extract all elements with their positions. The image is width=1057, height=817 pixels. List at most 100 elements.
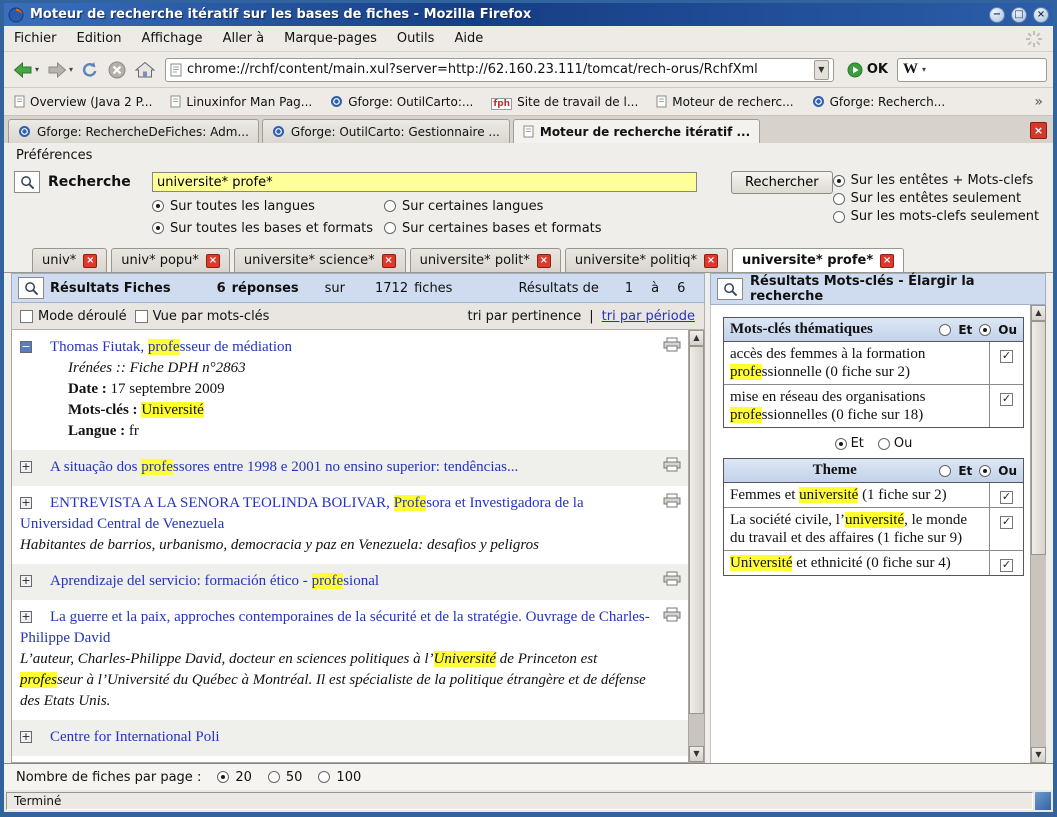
url-bar[interactable]: ▼ xyxy=(165,58,834,82)
preferences-link[interactable]: Préférences xyxy=(16,148,92,163)
radio-icon[interactable] xyxy=(384,200,396,212)
forward-button[interactable]: ▾ xyxy=(44,58,75,82)
home-button[interactable] xyxy=(132,58,158,82)
scroll-thumb[interactable] xyxy=(689,346,704,714)
print-icon[interactable] xyxy=(663,571,681,586)
query-tab[interactable]: univ* × xyxy=(32,248,107,272)
minimize-button[interactable]: − xyxy=(989,7,1005,23)
search-engine-dropdown-icon[interactable]: ▾ xyxy=(922,65,926,74)
scroll-up-icon[interactable]: ▲ xyxy=(1031,305,1046,321)
stop-button[interactable] xyxy=(105,58,129,82)
radio-icon[interactable] xyxy=(384,222,396,234)
query-tab-active[interactable]: universite* profe* × xyxy=(732,248,904,272)
print-icon[interactable] xyxy=(663,607,681,622)
expand-icon[interactable] xyxy=(20,497,32,509)
keyword-checkbox[interactable] xyxy=(1000,559,1013,572)
scroll-track[interactable] xyxy=(1031,321,1046,747)
close-query-tab-icon[interactable]: × xyxy=(206,254,220,268)
bookmark-item[interactable]: Overview (Java 2 P... xyxy=(14,95,152,109)
radio-icon[interactable] xyxy=(878,438,890,450)
search-icon-button[interactable] xyxy=(14,171,40,193)
radio-certaines-bases[interactable]: Sur certaines bases et formats xyxy=(384,221,602,236)
radio-icon[interactable] xyxy=(835,438,847,450)
expand-icon[interactable] xyxy=(20,611,32,623)
menu-edition[interactable]: Edition xyxy=(77,31,122,46)
radio-icon[interactable] xyxy=(318,771,330,783)
et-radio[interactable] xyxy=(939,324,951,336)
menu-aller-a[interactable]: Aller à xyxy=(223,31,265,46)
scroll-down-icon[interactable]: ▼ xyxy=(689,746,704,762)
print-icon[interactable] xyxy=(663,493,681,508)
radio-icon[interactable] xyxy=(833,193,845,205)
keyword-checkbox[interactable] xyxy=(1000,491,1013,504)
joiner-et-radio[interactable]: Et xyxy=(835,436,864,451)
page-size-20[interactable]: 20 xyxy=(217,770,252,785)
search-input[interactable] xyxy=(152,172,697,192)
expand-icon[interactable] xyxy=(20,461,32,473)
radio-toutes-langues[interactable]: Sur toutes les langues xyxy=(152,199,384,214)
expand-icon[interactable] xyxy=(20,731,32,743)
collapse-icon[interactable] xyxy=(20,341,32,353)
results-scrollbar[interactable]: ▲ ▼ xyxy=(688,330,704,762)
result-title-link[interactable]: La guerre et la paix, approches contempo… xyxy=(20,609,650,646)
reload-button[interactable] xyxy=(78,58,102,82)
page-size-100[interactable]: 100 xyxy=(318,770,361,785)
maximize-button[interactable]: □ xyxy=(1011,7,1027,23)
page-size-50[interactable]: 50 xyxy=(268,770,303,785)
close-query-tab-icon[interactable]: × xyxy=(880,254,894,268)
bookmark-item[interactable]: Moteur de recherc... xyxy=(656,95,793,109)
keyword-checkbox[interactable] xyxy=(1000,350,1013,363)
close-button[interactable]: × xyxy=(1033,7,1049,23)
bookmark-item[interactable]: Site de travail de l... xyxy=(491,95,638,109)
close-query-tab-icon[interactable]: × xyxy=(537,254,551,268)
url-history-dropdown[interactable]: ▼ xyxy=(814,60,829,80)
radio-motsclefs-seulement[interactable]: Sur les mots-clefs seulement xyxy=(833,209,1045,224)
back-dropdown-icon[interactable]: ▾ xyxy=(35,65,39,74)
bookmarks-overflow-chevron[interactable]: » xyxy=(1034,94,1043,110)
browser-tab-active[interactable]: Moteur de recherche itératif ... xyxy=(513,119,760,143)
scroll-up-icon[interactable]: ▲ xyxy=(689,330,704,346)
bookmark-item[interactable]: Linuxinfor Man Pag... xyxy=(170,95,312,109)
radio-entetes-seulement[interactable]: Sur les entêtes seulement xyxy=(833,191,1045,206)
result-title-link[interactable]: Thomas Fiutak, professeur de médiation xyxy=(50,339,292,355)
joiner-ou-radio[interactable]: Ou xyxy=(878,436,912,451)
checkbox-icon[interactable] xyxy=(135,310,148,323)
query-tab[interactable]: univ* popu* × xyxy=(111,248,230,272)
result-title-link[interactable]: Centre for International Poli xyxy=(50,729,220,745)
keywords-scrollbar[interactable]: ▲ ▼ xyxy=(1030,305,1046,763)
et-radio[interactable] xyxy=(939,465,951,477)
keyword-checkbox[interactable] xyxy=(1000,393,1013,406)
radio-entetes-motsclefs[interactable]: Sur les entêtes + Mots-clefs xyxy=(833,173,1045,188)
close-query-tab-icon[interactable]: × xyxy=(382,254,396,268)
query-tab[interactable]: universite* polit* × xyxy=(410,248,561,272)
radio-certaines-langues[interactable]: Sur certaines langues xyxy=(384,199,543,214)
go-ok-button[interactable]: OK xyxy=(841,60,894,80)
print-icon[interactable] xyxy=(663,337,681,352)
vue-mots-cles-checkbox[interactable]: Vue par mots-clés xyxy=(135,309,270,324)
checkbox-icon[interactable] xyxy=(20,310,33,323)
query-tab[interactable]: universite* science* × xyxy=(234,248,406,272)
radio-toutes-bases[interactable]: Sur toutes les bases et formats xyxy=(152,221,384,236)
keyword-checkbox[interactable] xyxy=(1000,516,1013,529)
close-tab-button[interactable]: × xyxy=(1030,122,1047,139)
result-title-link[interactable]: ENTREVISTA A LA SENORA TEOLINDA BOLIVAR,… xyxy=(20,495,584,532)
close-query-tab-icon[interactable]: × xyxy=(83,254,97,268)
menu-affichage[interactable]: Affichage xyxy=(141,31,202,46)
radio-icon[interactable] xyxy=(833,211,845,223)
browser-tab[interactable]: Gforge: RechercheDeFiches: Adm... xyxy=(8,119,259,143)
scroll-track[interactable] xyxy=(689,346,704,746)
web-search-box[interactable]: W ▾ xyxy=(897,58,1047,82)
bookmark-item[interactable]: Gforge: Recherch... xyxy=(812,95,946,109)
close-query-tab-icon[interactable]: × xyxy=(704,254,718,268)
mode-deroule-checkbox[interactable]: Mode déroulé xyxy=(20,309,127,324)
print-icon[interactable] xyxy=(663,457,681,472)
expand-icon[interactable] xyxy=(20,575,32,587)
browser-tab[interactable]: Gforge: OutilCarto: Gestionnaire ... xyxy=(262,119,510,143)
search-engine-logo[interactable]: W xyxy=(903,61,918,78)
search-submit-button[interactable]: Rechercher xyxy=(731,171,833,194)
back-button[interactable]: ▾ xyxy=(10,58,41,82)
result-title-link[interactable]: Aprendizaje del servicio: formación étic… xyxy=(50,573,379,589)
url-input[interactable] xyxy=(187,62,809,77)
resize-grip[interactable] xyxy=(1035,792,1051,810)
query-tab[interactable]: universite* politiq* × xyxy=(565,248,728,272)
